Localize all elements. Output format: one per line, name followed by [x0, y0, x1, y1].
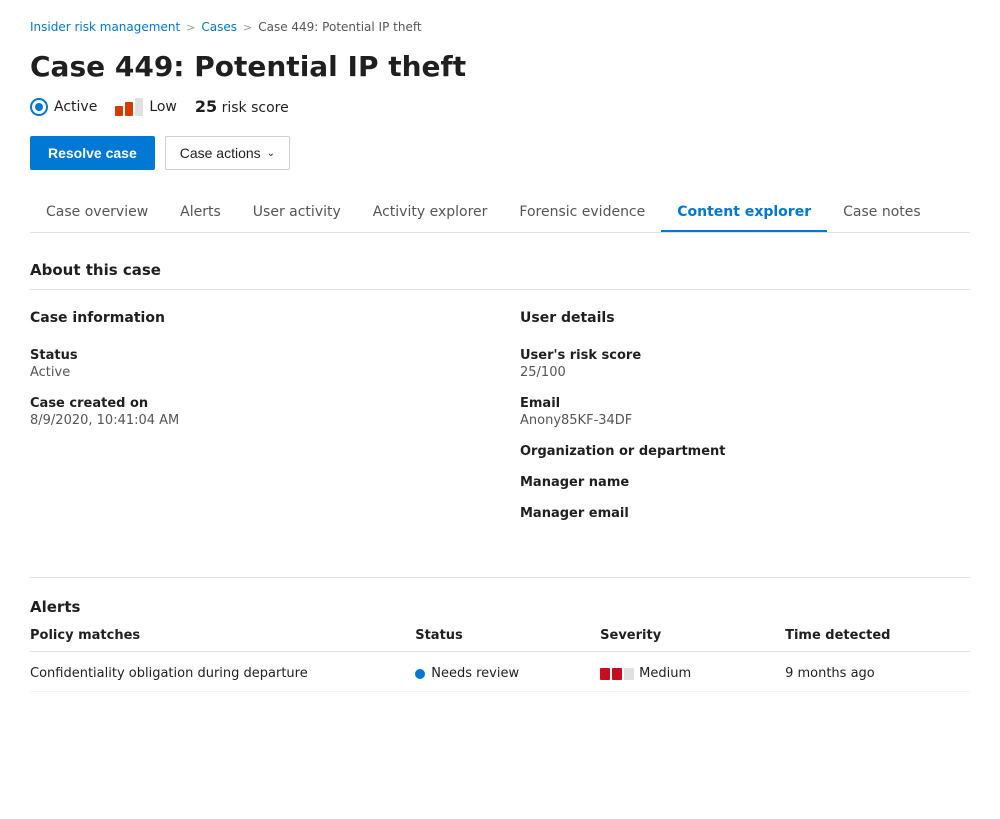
severity-block-1 — [600, 668, 610, 680]
col-status: Status — [415, 628, 600, 643]
status-badge: Needs review — [415, 666, 600, 681]
case-status-label: Status — [30, 348, 480, 363]
breadcrumb-cases[interactable]: Cases — [201, 20, 237, 34]
risk-score-number: 25 — [195, 97, 217, 116]
severity-badge: Medium — [600, 666, 785, 681]
row-status: Needs review — [415, 666, 600, 681]
about-two-col: Case information Status Active Case crea… — [30, 310, 970, 537]
user-risk-score-value: 25/100 — [520, 365, 970, 380]
user-risk-score-item: User's risk score 25/100 — [520, 348, 970, 380]
alerts-title: Alerts — [30, 598, 970, 616]
row-severity: Medium — [600, 666, 785, 681]
tab-forensic-evidence[interactable]: Forensic evidence — [503, 194, 661, 232]
breadcrumb-current: Case 449: Potential IP theft — [258, 20, 421, 34]
about-divider — [30, 289, 970, 290]
case-actions-button[interactable]: Case actions ⌄ — [165, 136, 290, 170]
table-row: Confidentiality obligation during depart… — [30, 656, 970, 692]
active-icon — [30, 98, 48, 116]
risk-level: Low — [115, 98, 177, 116]
risk-bar-1 — [115, 106, 123, 116]
risk-score: 25 risk score — [195, 97, 289, 116]
status-dot — [415, 669, 425, 679]
user-email-item: Email Anony85KF-34DF — [520, 396, 970, 428]
col-time-detected: Time detected — [785, 628, 970, 643]
user-details-title: User details — [520, 310, 970, 332]
severity-label: Medium — [639, 666, 691, 681]
risk-score-suffix-text: risk score — [222, 100, 289, 116]
risk-bar-2 — [125, 102, 133, 116]
about-section-title: About this case — [30, 261, 970, 279]
row-time: 9 months ago — [785, 666, 970, 681]
breadcrumb-sep-2: > — [243, 21, 252, 34]
status-label: Needs review — [431, 666, 519, 681]
case-status-item: Status Active — [30, 348, 480, 380]
breadcrumb-insider-risk[interactable]: Insider risk management — [30, 20, 180, 34]
tab-user-activity[interactable]: User activity — [237, 194, 357, 232]
actions-row: Resolve case Case actions ⌄ — [30, 136, 970, 170]
user-manager-email-item: Manager email — [520, 506, 970, 521]
user-email-value: Anony85KF-34DF — [520, 413, 970, 428]
active-icon-inner — [35, 103, 43, 111]
breadcrumb: Insider risk management > Cases > Case 4… — [30, 20, 970, 34]
risk-bar-3 — [135, 98, 143, 116]
case-created-value: 8/9/2020, 10:41:04 AM — [30, 413, 480, 428]
case-created-item: Case created on 8/9/2020, 10:41:04 AM — [30, 396, 480, 428]
resolve-case-button[interactable]: Resolve case — [30, 136, 155, 170]
severity-blocks — [600, 668, 634, 680]
page-title: Case 449: Potential IP theft — [30, 50, 970, 83]
user-risk-score-label: User's risk score — [520, 348, 970, 363]
tab-case-notes[interactable]: Case notes — [827, 194, 937, 232]
severity-block-3 — [624, 668, 634, 680]
case-created-label: Case created on — [30, 396, 480, 411]
severity-block-2 — [612, 668, 622, 680]
active-status: Active — [30, 98, 97, 116]
user-org-item: Organization or department — [520, 444, 970, 459]
tabs: Case overview Alerts User activity Activ… — [30, 194, 970, 233]
case-info-col: Case information Status Active Case crea… — [30, 310, 480, 537]
user-manager-name-item: Manager name — [520, 475, 970, 490]
user-org-label: Organization or department — [520, 444, 970, 459]
case-status-value: Active — [30, 365, 480, 380]
alerts-table-header: Policy matches Status Severity Time dete… — [30, 628, 970, 652]
user-manager-email-label: Manager email — [520, 506, 970, 521]
alerts-section: Alerts Policy matches Status Severity Ti… — [30, 598, 970, 692]
tab-alerts[interactable]: Alerts — [164, 194, 237, 232]
tab-content-explorer[interactable]: Content explorer — [661, 194, 827, 232]
breadcrumb-sep-1: > — [186, 21, 195, 34]
alerts-divider — [30, 577, 970, 578]
tab-activity-explorer[interactable]: Activity explorer — [357, 194, 504, 232]
case-info-title: Case information — [30, 310, 480, 332]
user-manager-name-label: Manager name — [520, 475, 970, 490]
case-actions-label: Case actions — [180, 145, 261, 161]
user-email-label: Email — [520, 396, 970, 411]
tab-case-overview[interactable]: Case overview — [30, 194, 164, 232]
chevron-down-icon: ⌄ — [267, 148, 275, 159]
risk-bars — [115, 98, 143, 116]
col-policy-matches: Policy matches — [30, 628, 415, 643]
status-bar: Active Low 25 risk score — [30, 97, 970, 116]
risk-level-label: Low — [149, 99, 177, 115]
col-severity: Severity — [600, 628, 785, 643]
user-details-col: User details User's risk score 25/100 Em… — [520, 310, 970, 537]
row-policy: Confidentiality obligation during depart… — [30, 666, 415, 681]
page-container: Insider risk management > Cases > Case 4… — [0, 0, 1000, 819]
active-label: Active — [54, 99, 97, 115]
